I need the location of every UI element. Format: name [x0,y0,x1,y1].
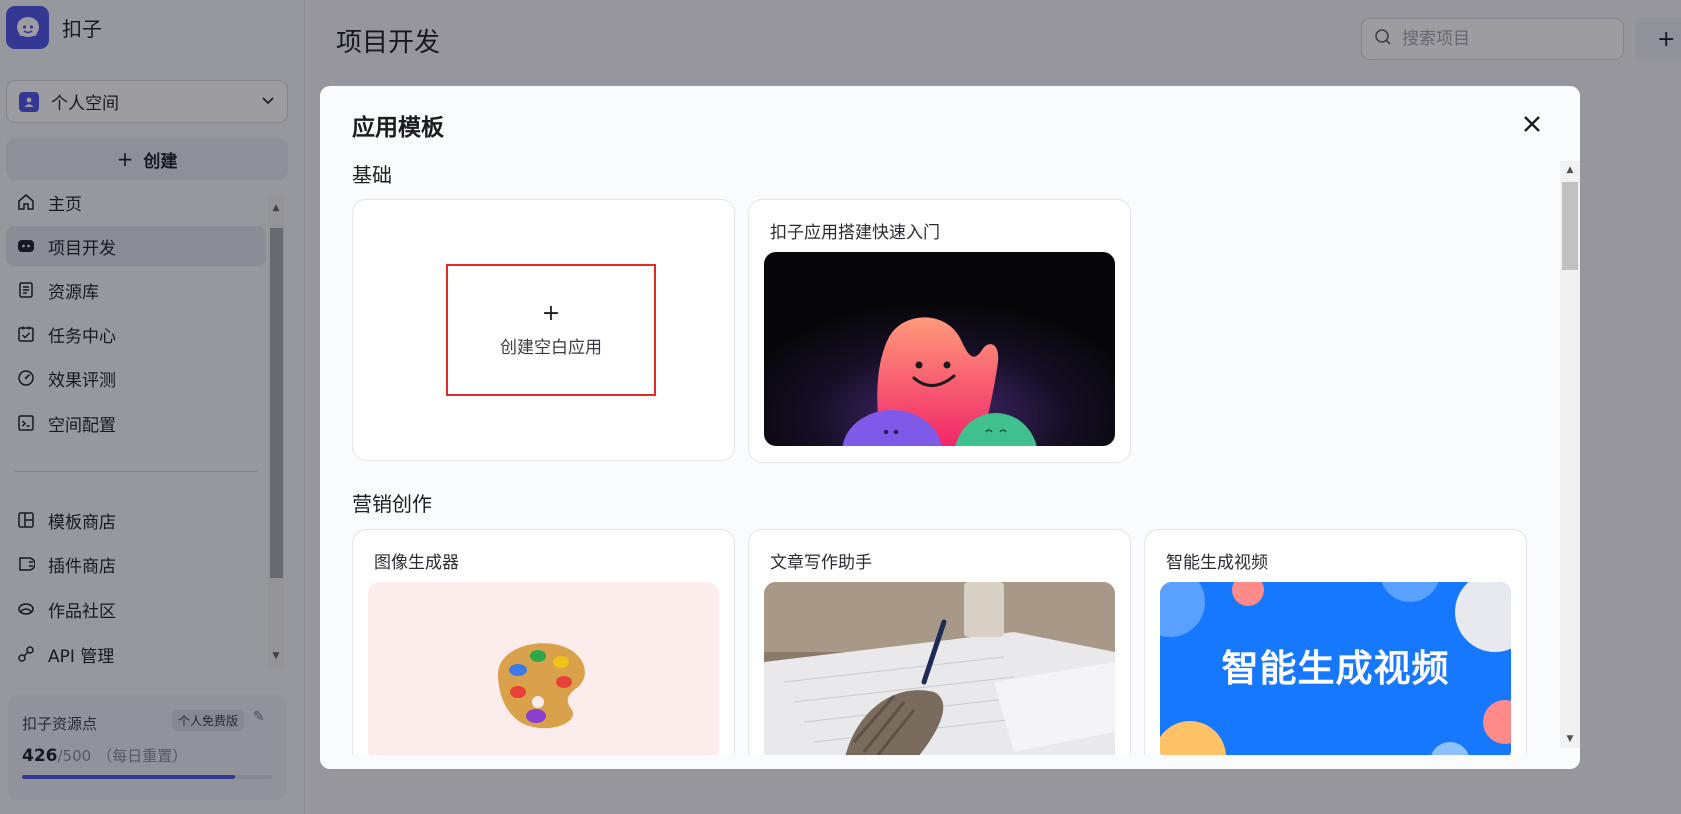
modal-title: 应用模板 [352,115,444,141]
mascot-image [764,252,1115,446]
card-title: 文章写作助手 [770,553,872,573]
modal-scrollbar-thumb[interactable] [1562,182,1578,270]
card-title: 智能生成视频 [1166,553,1268,573]
card-title: 图像生成器 [374,553,459,573]
section-title-basic: 基础 [352,163,392,187]
plus-icon: + [541,300,561,326]
palette-image [368,582,719,755]
template-card-image-generator[interactable]: 图像生成器 [352,529,735,755]
video-banner-text: 智能生成视频 [1221,646,1450,690]
template-card-quickstart[interactable]: 扣子应用搭建快速入门 [748,199,1131,463]
close-icon[interactable] [1518,110,1546,138]
video-banner-image: 智能生成视频 [1160,582,1511,755]
create-blank-app-button[interactable]: + 创建空白应用 [446,264,656,396]
modal-body: 基础 + 创建空白应用 扣子应用搭建快速入门 营销创作 图像生成器 文章写作助手… [320,156,1560,755]
scroll-down-icon[interactable]: ▼ [1564,733,1576,745]
template-card-video-generator[interactable]: 智能生成视频 智能生成视频 [1144,529,1527,755]
scroll-up-icon[interactable]: ▲ [1564,164,1576,176]
create-blank-app-label: 创建空白应用 [500,337,602,358]
writing-photo [764,582,1115,755]
blank-app-card[interactable]: + 创建空白应用 [352,199,735,461]
section-title-marketing: 营销创作 [352,492,432,516]
template-modal: 应用模板 基础 + 创建空白应用 扣子应用搭建快速入门 营销创作 图像生成器 文… [320,86,1580,769]
template-card-article-assistant[interactable]: 文章写作助手 [748,529,1131,755]
card-title: 扣子应用搭建快速入门 [770,223,940,243]
